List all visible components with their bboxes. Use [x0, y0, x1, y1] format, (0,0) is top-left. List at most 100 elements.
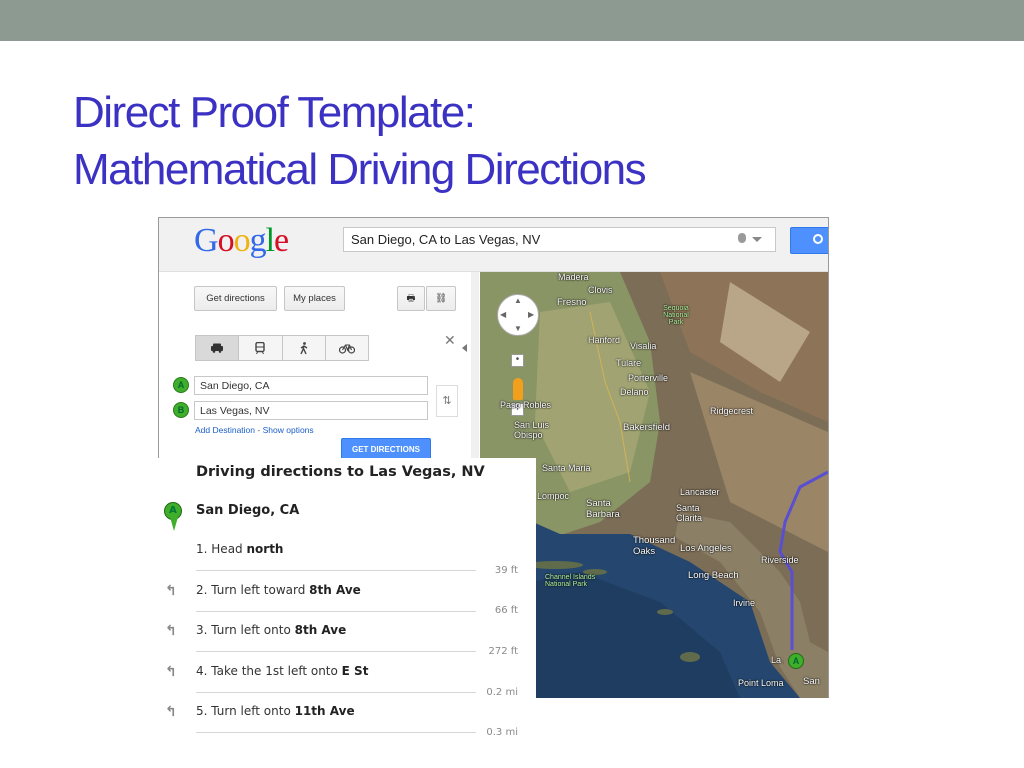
- step-divider: [196, 732, 476, 733]
- slide-title: Direct Proof Template: Mathematical Driv…: [73, 84, 647, 198]
- step-bold: 8th Ave: [294, 623, 347, 637]
- origin-field[interactable]: San Diego, CA: [194, 376, 428, 395]
- map-marker-a[interactable]: A: [788, 653, 804, 669]
- origin-pin-tail: [170, 517, 178, 531]
- step-number: 4.: [196, 664, 208, 678]
- slide-title-line-1: Direct Proof Template:: [73, 88, 476, 137]
- link-separator: -: [257, 425, 261, 435]
- pan-up-icon[interactable]: ▲: [514, 296, 522, 305]
- map-label: Sequoia National Park: [663, 305, 689, 326]
- turn-left-icon: ↰: [165, 664, 177, 680]
- direction-step[interactable]: 5. Turn left onto 11th Ave: [196, 704, 355, 718]
- pan-down-icon[interactable]: ▼: [514, 324, 522, 333]
- map-label: Santa Clarita: [676, 503, 703, 523]
- direction-step[interactable]: 1. Head north: [196, 542, 283, 556]
- map-label: Clovis: [588, 285, 613, 295]
- travel-mode-tabs: [195, 335, 369, 361]
- search-query: San Diego, CA to Las Vegas, NV: [351, 232, 541, 247]
- get-directions-button[interactable]: Get directions: [194, 286, 277, 311]
- map-label: Irvine: [733, 598, 756, 608]
- map-label: Fresno: [557, 297, 587, 308]
- search-button[interactable]: [790, 227, 828, 254]
- step-bold: north: [246, 542, 284, 556]
- destination-field[interactable]: Las Vegas, NV: [194, 401, 428, 420]
- step-number: 1.: [196, 542, 208, 556]
- direction-step[interactable]: 4. Take the 1st left onto E St: [196, 664, 368, 678]
- origin-address: San Diego, CA: [196, 503, 300, 518]
- direction-step[interactable]: 3. Turn left onto 8th Ave: [196, 623, 346, 637]
- step-text: Turn left toward: [211, 583, 310, 597]
- destination-marker: B: [173, 402, 189, 418]
- search-icon: [813, 234, 823, 244]
- walk-icon[interactable]: [283, 336, 326, 360]
- step-distance: 0.2 mi: [486, 687, 518, 698]
- transit-icon[interactable]: [239, 336, 283, 360]
- pan-left-icon[interactable]: ◀: [500, 310, 506, 319]
- zoom-fit-icon[interactable]: •: [511, 354, 524, 367]
- step-bold: E St: [341, 664, 369, 678]
- map-label: Tulare: [616, 358, 642, 368]
- google-logo[interactable]: Google: [194, 222, 289, 260]
- close-icon[interactable]: ✕: [444, 332, 456, 349]
- map-label: Channel Islands National Park: [545, 574, 596, 588]
- map-label: Thousand Oaks: [633, 535, 676, 557]
- logo-letter: o: [217, 222, 235, 259]
- map-label: Santa Barbara: [586, 498, 620, 520]
- add-destination-link[interactable]: Add Destination: [195, 425, 255, 435]
- step-text: Head: [211, 542, 247, 556]
- step-divider: [196, 611, 476, 612]
- map-label: San Luis Obispo: [514, 420, 550, 440]
- step-bold: 11th Ave: [294, 704, 355, 718]
- step-number: 5.: [196, 704, 208, 718]
- search-input[interactable]: San Diego, CA to Las Vegas, NV: [343, 227, 776, 252]
- map-label: Visalia: [630, 341, 657, 351]
- step-distance: 0.3 mi: [486, 727, 518, 738]
- step-text: Take the 1st left onto: [211, 664, 342, 678]
- google-header: Google San Diego, CA to Las Vegas, NV: [159, 218, 828, 272]
- logo-letter: g: [249, 222, 267, 259]
- map-label: Hanford: [588, 335, 621, 345]
- step-text: Turn left onto: [211, 623, 295, 637]
- step-number: 2.: [196, 583, 208, 597]
- car-icon[interactable]: [196, 336, 240, 360]
- microphone-icon[interactable]: [738, 233, 746, 243]
- map-label: Santa Maria: [542, 463, 591, 473]
- turn-left-icon: ↰: [165, 623, 177, 639]
- map-label: Paso Robles: [500, 400, 552, 410]
- step-distance: 66 ft: [494, 605, 518, 616]
- step-distance: 39 ft: [494, 565, 518, 576]
- pegman-icon[interactable]: [513, 378, 523, 400]
- bike-icon[interactable]: [326, 336, 368, 360]
- slide-title-line-2: Mathematical Driving Directions: [73, 145, 647, 194]
- step-text: Turn left onto: [211, 704, 295, 718]
- map-label: Ridgecrest: [710, 406, 754, 416]
- swap-icon[interactable]: ⇅: [436, 385, 458, 417]
- step-distance: 272 ft: [488, 646, 518, 657]
- map-label: Lancaster: [680, 487, 720, 497]
- map-label: Long Beach: [688, 570, 739, 581]
- logo-letter: e: [274, 222, 289, 259]
- map-label: San: [803, 676, 820, 687]
- map-label: Porterville: [628, 373, 669, 383]
- driving-directions-list: Driving directions to Las Vegas, NV A Sa…: [158, 458, 536, 768]
- print-icon[interactable]: 🖶: [397, 286, 425, 311]
- slide-top-bar: [0, 0, 1024, 41]
- logo-letter: l: [265, 222, 276, 259]
- link-icon[interactable]: ⛓: [426, 286, 456, 311]
- step-divider: [196, 651, 476, 652]
- chevron-down-icon[interactable]: [752, 237, 762, 242]
- pan-control[interactable]: ▲ ▼ ◀ ▶: [497, 294, 539, 336]
- pan-right-icon[interactable]: ▶: [528, 310, 534, 319]
- turn-left-icon: ↰: [165, 583, 177, 599]
- my-places-button[interactable]: My places: [284, 286, 345, 311]
- map-label: Point Loma: [738, 678, 784, 688]
- direction-step[interactable]: 2. Turn left toward 8th Ave: [196, 583, 361, 597]
- map-label: Madera: [558, 272, 589, 282]
- map-label: Riverside: [761, 555, 799, 565]
- show-options-link[interactable]: Show options: [263, 425, 314, 435]
- step-divider: [196, 692, 476, 693]
- collapse-panel-icon[interactable]: [462, 344, 467, 352]
- logo-letter: o: [233, 222, 251, 259]
- directions-title: Driving directions to Las Vegas, NV: [196, 464, 485, 480]
- map-label: Delano: [620, 387, 649, 397]
